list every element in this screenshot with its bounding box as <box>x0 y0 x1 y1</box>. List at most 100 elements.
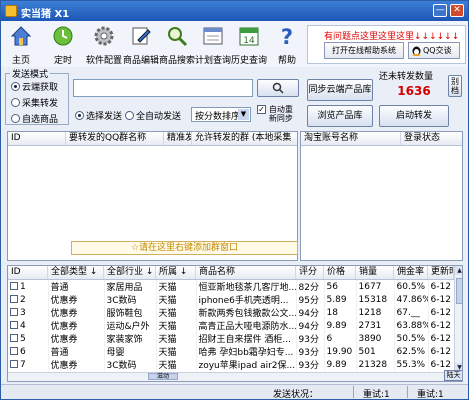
goods-hscroll[interactable]: 滋动 <box>8 372 444 381</box>
auto-resync-checkbox[interactable]: ✓ 自动重 新同步 <box>257 105 293 123</box>
start-forward-button[interactable]: 启动转发 <box>379 105 449 127</box>
row-checkbox[interactable] <box>10 294 18 303</box>
scroll-up-icon[interactable]: ▲ <box>455 266 462 275</box>
chevron-down-icon: ▼ <box>238 109 249 120</box>
browse-products-button[interactable]: 浏览产品库 <box>307 105 373 127</box>
col-header[interactable]: 全部行业 ↓ <box>104 266 156 279</box>
col-header[interactable]: 销量 <box>356 266 394 279</box>
col-header[interactable]: 佣金率 <box>394 266 428 279</box>
table-row[interactable]: 1 普通 家居用品 天猫 恒亚斯地毯茶几客厅地... 82分 56 1677 60.5% 6-12 <box>8 280 455 293</box>
qq-chat-button[interactable]: QQ交谈 <box>408 42 460 59</box>
table-cell: 哈弗 孕妇bb霜孕妇专... <box>196 345 297 358</box>
table-row[interactable]: 6 普通 母婴 天猫 哈弗 孕妇bb霜孕妇专... 93分 19.90 501 62.5% 6-1… <box>8 345 455 358</box>
col-header[interactable]: 允许转发的群 (本地采集 <box>192 132 297 145</box>
radio-collect[interactable]: 采集转发 <box>11 96 58 109</box>
cell-text: 63.88% <box>396 320 428 331</box>
table-cell: 优惠券 <box>48 306 105 319</box>
table-cell: 服饰鞋包 <box>104 306 157 319</box>
cell-text: 3C数码 <box>106 296 137 306</box>
col-header[interactable]: 评分 <box>296 266 324 279</box>
table-cell: 63.88% <box>394 319 429 332</box>
cell-text: 6-12 <box>430 359 451 370</box>
table-row[interactable]: 2 优惠券 3C数码 天猫 iphone6手机壳透明... 95分 5.89 15318 47.… <box>8 293 455 306</box>
toolbar-plan-button[interactable]: 计划查询 <box>195 23 232 66</box>
cell-text: 家装家饰 <box>106 335 143 345</box>
search-button[interactable] <box>257 79 299 97</box>
row-checkbox[interactable] <box>10 346 18 355</box>
radio-label: 自选商品 <box>22 115 59 125</box>
cell-text: 3890 <box>358 333 382 344</box>
table-cell: 天猫 <box>156 293 197 306</box>
minimize-button[interactable]: — <box>433 4 447 17</box>
radio-custom[interactable]: 自选商品 <box>11 112 58 125</box>
row-checkbox[interactable] <box>10 333 18 342</box>
col-header[interactable]: 精准发送 <box>164 132 192 145</box>
scroll-thumb[interactable] <box>456 278 462 304</box>
toolbar-label: 商品编辑 <box>123 56 160 66</box>
toolbar-label: 计划查询 <box>195 56 232 66</box>
col-header[interactable]: 价格 <box>324 266 356 279</box>
row-checkbox[interactable] <box>10 359 18 368</box>
add-group-hint[interactable]: ☆请在这里右键添加群窗口 <box>71 241 298 255</box>
toolbar-edit-button[interactable]: 商品编辑 <box>123 23 160 66</box>
radio-label: 云端获取 <box>22 83 59 93</box>
toolbar-home-button[interactable]: 主页 <box>7 23 35 66</box>
cell-text: 56 <box>326 281 338 292</box>
row-checkbox[interactable] <box>10 307 18 316</box>
col-header[interactable]: 更新时 <box>428 266 454 279</box>
goods-vscroll[interactable]: ▲ ▼ <box>454 266 462 372</box>
cell-text: 94分 <box>298 309 319 319</box>
cell-text: 55.3% <box>396 359 426 370</box>
table-cell: 天猫 <box>156 280 197 293</box>
table-cell: 5.89 <box>324 293 357 306</box>
table-row[interactable]: 4 优惠券 运动&户外 天猫 高青正品大哑电源防水... 94分 9.89 2731 63.88… <box>8 319 455 332</box>
help-notice-text[interactable]: 有问题点这里这里这里↓↓↓↓↓↓ <box>324 29 459 42</box>
title-bar[interactable]: 实当猪 X1 — ✕ <box>1 1 468 21</box>
switch-button[interactable]: 别 档 <box>448 75 462 97</box>
col-header[interactable]: ID <box>8 132 66 145</box>
hscroll-thumb[interactable]: 滋动 <box>148 373 178 380</box>
counter-value: 1636 <box>397 84 431 98</box>
cell-text: 运动&户外 <box>106 322 150 332</box>
row-checkbox[interactable] <box>10 320 18 329</box>
table-cell: 93分 <box>296 358 325 371</box>
toolbar-label: 历史查询 <box>231 56 268 66</box>
cell-text: 9.89 <box>326 320 347 331</box>
col-header[interactable]: ID <box>8 266 48 279</box>
col-header[interactable]: 要转发的QQ群名称 <box>66 132 164 145</box>
table-cell: 天猫 <box>156 345 197 358</box>
table-cell: zoyu苹果ipad air2保... <box>196 358 297 371</box>
table-row[interactable]: 7 优惠券 3C数码 天猫 zoyu苹果ipad air2保... 93分 9.89 2132… <box>8 358 455 371</box>
toolbar-history-button[interactable]: 14 历史查询 <box>231 23 268 66</box>
col-header[interactable]: 淘宝账号名称 <box>301 132 401 145</box>
radio-select-send[interactable]: 选择发送 <box>75 109 122 122</box>
table-row[interactable]: 5 优惠券 家装家饰 天猫 招财王自来摆件 酒柜... 93分 6 3890 50.5% 6-12 <box>8 332 455 345</box>
sort-select-value: 按分数排序 <box>195 112 241 122</box>
table-cell: 19.90 <box>324 345 357 358</box>
radio-cloud[interactable]: 云端获取 <box>11 80 58 93</box>
table-cell: 3 <box>8 306 49 319</box>
col-header[interactable]: 全部类型 ↓ <box>48 266 104 279</box>
corner-button[interactable]: 陆天 <box>444 370 462 381</box>
online-help-button[interactable]: 打开在线帮助系统 <box>324 42 404 59</box>
toolbar-help-button[interactable]: ? 帮助 <box>273 23 301 66</box>
goods-panel: ID 全部类型 ↓ 全部行业 ↓ 所属 ↓ 商品名称 评分 价格 销量 佣金率 … <box>7 265 463 382</box>
col-header[interactable]: 所属 ↓ <box>156 266 196 279</box>
radio-auto-send[interactable]: 全自动发送 <box>125 109 181 122</box>
close-button[interactable]: ✕ <box>450 4 464 17</box>
sort-select[interactable]: 按分数排序 ▼ <box>191 107 251 122</box>
table-cell: 3890 <box>356 332 395 345</box>
cell-text: 21328 <box>358 359 388 370</box>
row-checkbox[interactable] <box>10 281 18 290</box>
table-cell: 6-12 <box>428 280 455 293</box>
sync-cloud-button[interactable]: 同步云端产品库 <box>307 79 373 101</box>
cell-text: 94分 <box>298 322 319 332</box>
toolbar-timer-button[interactable]: 定时 <box>49 23 77 66</box>
keyword-input[interactable] <box>73 79 253 97</box>
toolbar-settings-button[interactable]: 软件配置 <box>85 23 123 66</box>
toolbar-search-button[interactable]: 商品搜索 <box>159 23 195 66</box>
table-cell: 56 <box>324 280 357 293</box>
table-row[interactable]: 3 优惠券 服饰鞋包 天猫 新款两秀包钱撒款公文... 94分 18 1218 67.__ 6-1… <box>8 306 455 319</box>
col-header[interactable]: 登录状态 <box>401 132 462 145</box>
col-header[interactable]: 商品名称 <box>196 266 296 279</box>
